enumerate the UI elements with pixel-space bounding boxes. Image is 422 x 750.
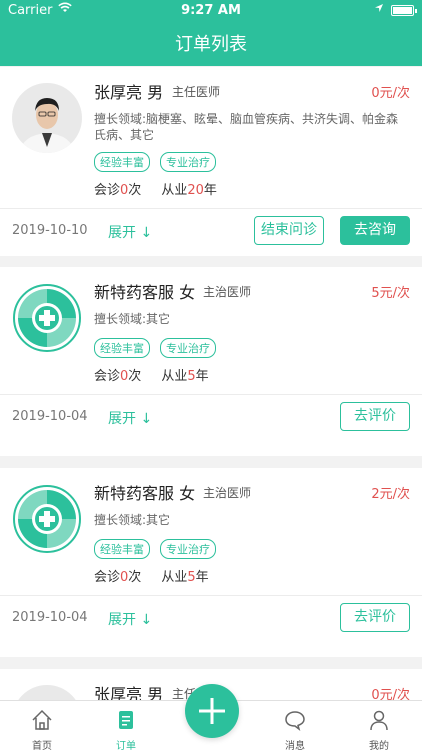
order-date: 2019-10-04 xyxy=(12,610,88,625)
years-label: 从业 xyxy=(161,369,188,384)
consult-label: 会诊 xyxy=(94,369,121,384)
doctor-name: 新特药客服 女 xyxy=(94,484,196,503)
rate-button[interactable]: 去评价 xyxy=(340,402,410,431)
years-label: 从业 xyxy=(161,570,188,585)
doctor-rank: 主治医师 xyxy=(203,486,252,500)
tag: 经验丰富 xyxy=(94,152,150,172)
header: Carrier 9:27 AM 订单列表 xyxy=(0,0,422,66)
consult-label: 会诊 xyxy=(94,570,121,585)
tag: 专业治疗 xyxy=(160,152,216,172)
plus-icon xyxy=(199,698,225,724)
tag: 经验丰富 xyxy=(94,539,150,559)
consult-price: 2元/次 xyxy=(371,487,410,502)
message-icon xyxy=(285,711,305,731)
order-card: 张厚亮 男 主任医师 0元/次 擅长领域:脑梗塞、眩晕、脑血管疾病、共济失调、帕… xyxy=(0,67,422,256)
tab-label: 订单 xyxy=(116,741,136,750)
order-card: 新特药客服 女 主治医师 5元/次 擅长领域:其它 经验丰富 专业治疗 会诊0次… xyxy=(0,267,422,456)
tab-label: 我的 xyxy=(369,741,389,750)
tab-messages[interactable]: 消息 xyxy=(253,701,337,750)
specialty-text: 擅长领域:脑梗塞、眩晕、脑血管疾病、共济失调、帕金森氏病、其它 xyxy=(94,112,399,142)
clock: 9:27 AM xyxy=(181,3,241,18)
years-count: 20 xyxy=(187,183,204,198)
page-title: 订单列表 xyxy=(175,34,247,55)
consult-unit: 次 xyxy=(128,369,142,384)
order-footer: 2019-10-04 展开 ↓ 去评价 xyxy=(0,394,422,438)
order-date: 2019-10-10 xyxy=(12,223,88,238)
doctor-avatar[interactable] xyxy=(12,685,82,700)
add-button[interactable] xyxy=(185,684,239,738)
tag: 专业治疗 xyxy=(160,338,216,358)
tab-mine[interactable]: 我的 xyxy=(337,701,421,750)
doctor-name: 新特药客服 女 xyxy=(94,283,196,302)
tab-label: 首页 xyxy=(32,741,52,750)
doctor-rank: 主任医师 xyxy=(172,85,221,99)
expand-link[interactable]: 展开 ↓ xyxy=(108,609,152,629)
years-count: 5 xyxy=(187,369,196,384)
years-label: 从业 xyxy=(161,183,188,198)
expand-link[interactable]: 展开 ↓ xyxy=(108,408,152,428)
user-icon xyxy=(370,710,388,731)
years-unit: 年 xyxy=(195,369,209,384)
order-footer: 2019-10-04 展开 ↓ 去评价 xyxy=(0,595,422,639)
years-unit: 年 xyxy=(195,570,209,585)
tab-home[interactable]: 首页 xyxy=(0,701,84,750)
tag: 专业治疗 xyxy=(160,539,216,559)
tag-list: 经验丰富 专业治疗 xyxy=(94,152,216,172)
order-card: 新特药客服 女 主治医师 2元/次 擅长领域:其它 经验丰富 专业治疗 会诊0次… xyxy=(0,468,422,657)
order-footer: 2019-10-10 展开 ↓ 结束问诊 去咨询 xyxy=(0,208,422,252)
specialty-text: 擅长领域:其它 xyxy=(94,513,171,527)
years-unit: 年 xyxy=(203,183,217,198)
consult-unit: 次 xyxy=(128,570,142,585)
home-icon xyxy=(32,709,52,730)
doctor-rank: 主治医师 xyxy=(203,285,252,299)
tag-list: 经验丰富 专业治疗 xyxy=(94,338,216,358)
go-consult-button[interactable]: 去咨询 xyxy=(340,216,410,245)
service-logo[interactable] xyxy=(12,283,82,353)
specialty-text: 擅长领域:其它 xyxy=(94,312,171,326)
service-logo[interactable] xyxy=(12,484,82,554)
rate-button[interactable]: 去评价 xyxy=(340,603,410,632)
consult-label: 会诊 xyxy=(94,183,121,198)
doctor-name: 张厚亮 男 xyxy=(94,83,164,102)
doctor-stats: 会诊0次 从业20年 xyxy=(94,179,217,198)
doctor-stats: 会诊0次 从业5年 xyxy=(94,365,209,384)
expand-link[interactable]: 展开 ↓ xyxy=(108,222,152,242)
years-count: 5 xyxy=(187,570,196,585)
order-date: 2019-10-04 xyxy=(12,409,88,424)
consult-price: 5元/次 xyxy=(371,286,410,301)
consult-unit: 次 xyxy=(128,183,142,198)
tag-list: 经验丰富 专业治疗 xyxy=(94,539,216,559)
doctor-avatar[interactable] xyxy=(12,83,82,153)
location-icon xyxy=(374,2,384,16)
end-consult-button[interactable]: 结束问诊 xyxy=(254,216,324,245)
doctor-stats: 会诊0次 从业5年 xyxy=(94,566,209,585)
tag: 经验丰富 xyxy=(94,338,150,358)
consult-price: 0元/次 xyxy=(371,688,410,700)
tab-orders[interactable]: 订单 xyxy=(84,701,168,750)
doctor-name: 张厚亮 男 xyxy=(94,685,164,700)
battery-icon xyxy=(391,5,417,16)
orders-icon xyxy=(119,711,133,729)
status-bar: Carrier 9:27 AM xyxy=(0,0,422,22)
consult-price: 0元/次 xyxy=(371,86,410,101)
tab-label: 消息 xyxy=(285,741,305,750)
